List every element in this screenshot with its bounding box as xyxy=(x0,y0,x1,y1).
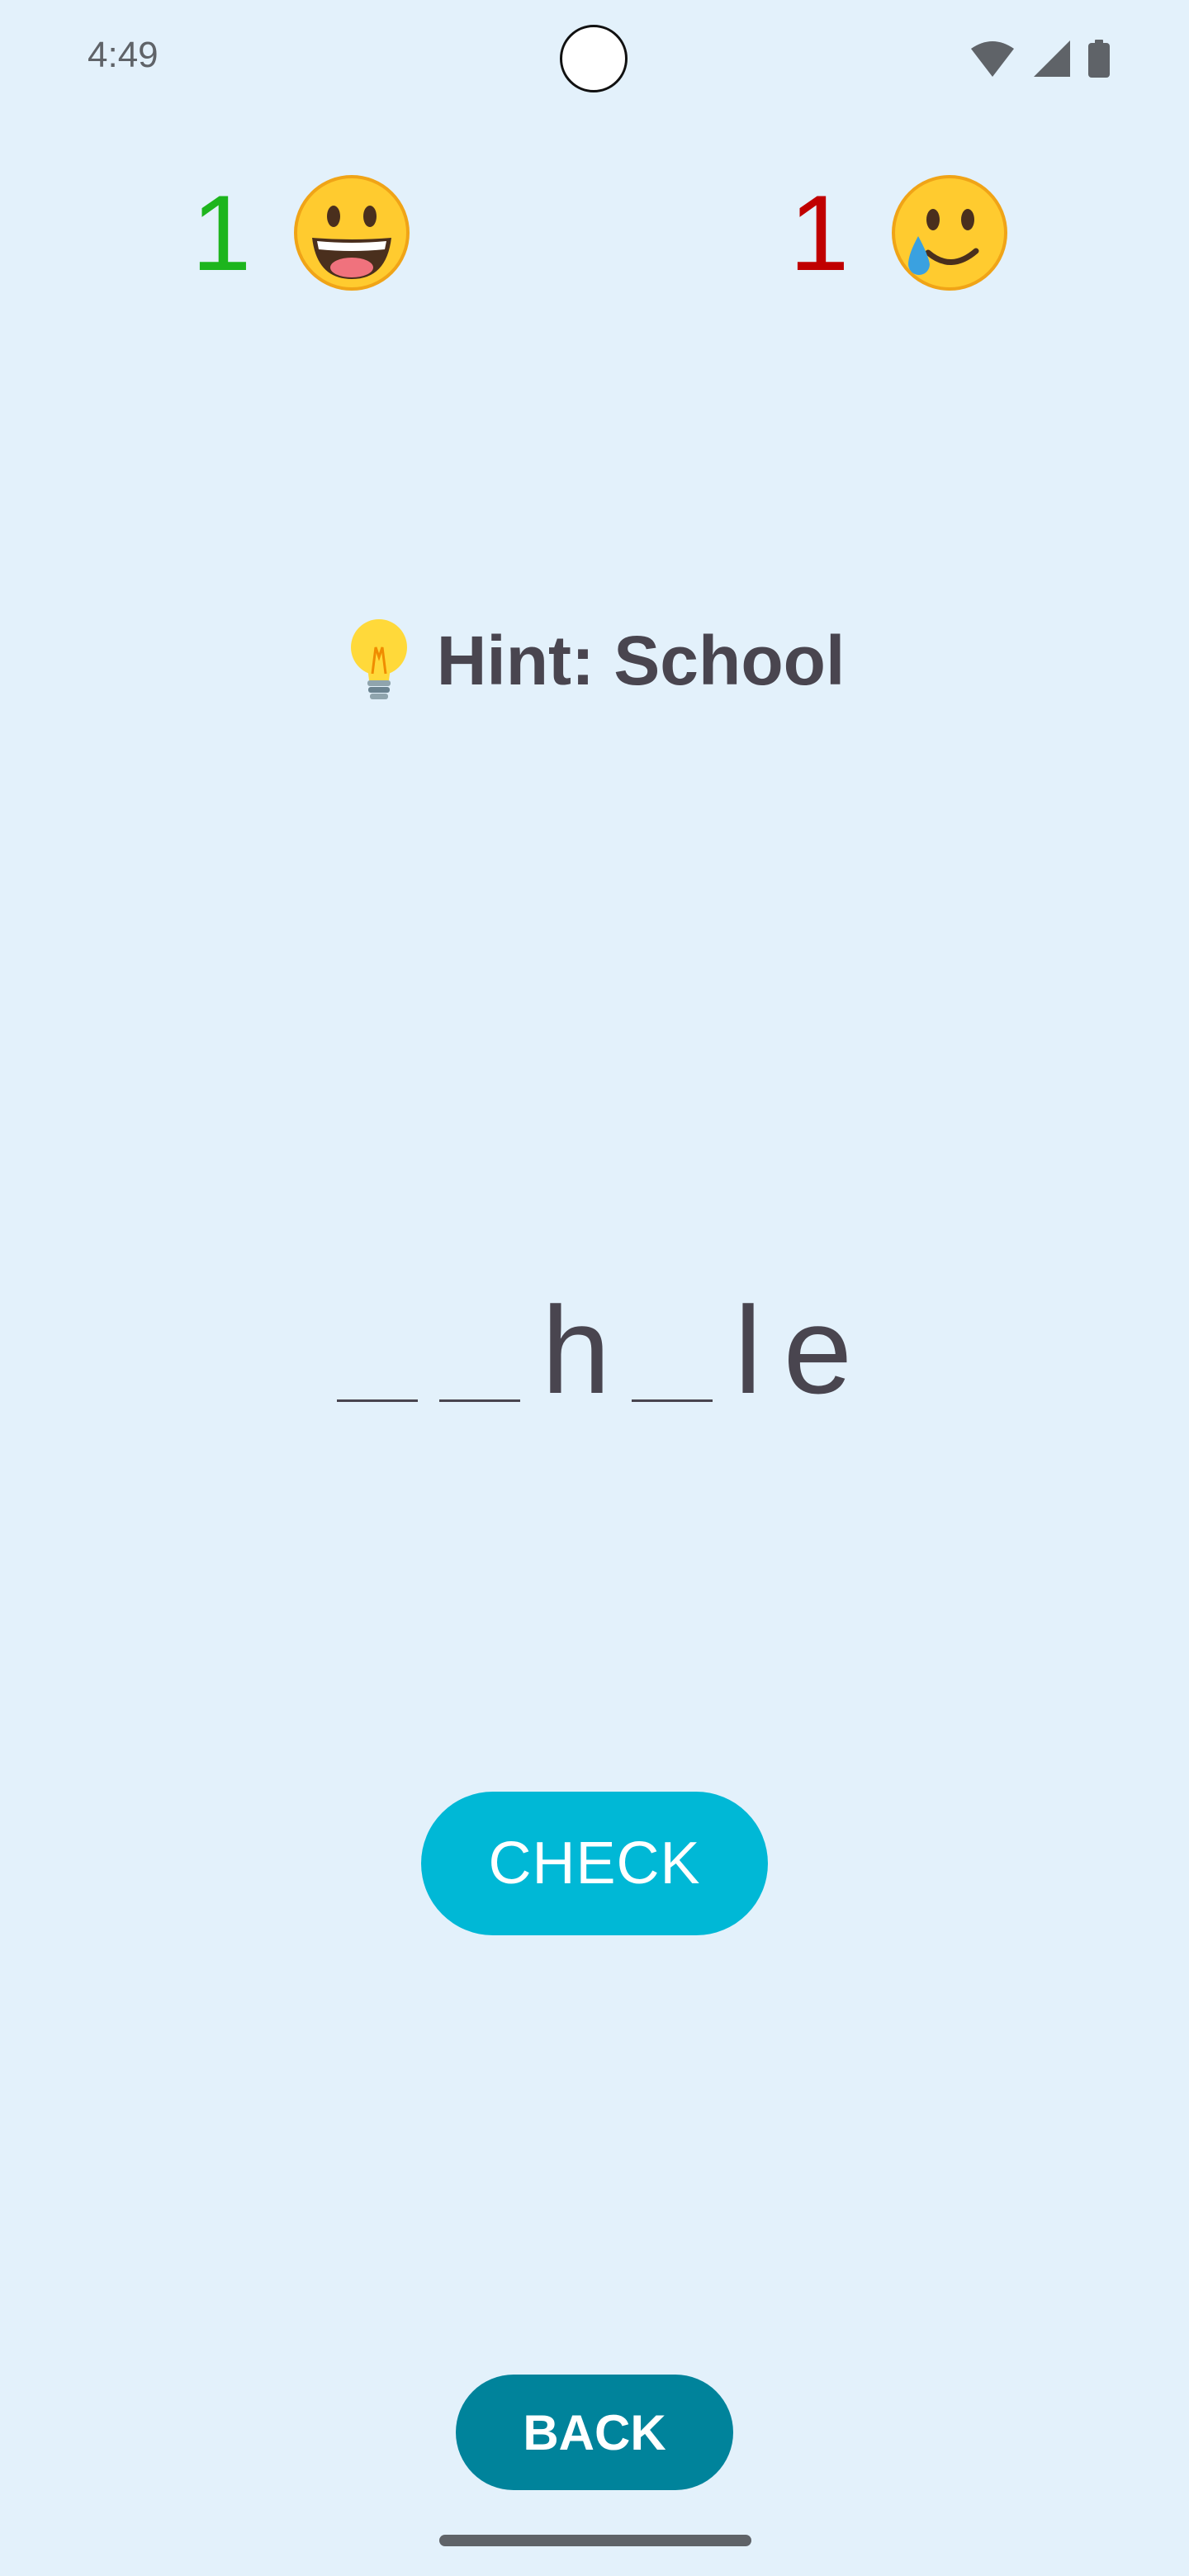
wrong-count: 1 xyxy=(789,173,850,293)
word-puzzle: h l e xyxy=(0,1288,1189,1412)
letter-slot: h xyxy=(541,1281,611,1419)
cellular-signal-icon xyxy=(1034,40,1070,77)
correct-count: 1 xyxy=(192,173,252,293)
letter-slot: l xyxy=(734,1281,762,1419)
check-button[interactable]: CHECK xyxy=(421,1792,768,1935)
status-bar: 4:49 xyxy=(0,0,1189,116)
status-time: 4:49 xyxy=(88,35,159,75)
battery-icon xyxy=(1088,40,1110,78)
grinning-face-icon xyxy=(294,175,410,291)
hint-row: Hint: School xyxy=(0,618,1189,703)
letter-slot-blank[interactable] xyxy=(632,1399,713,1402)
wifi-icon xyxy=(971,41,1014,77)
back-button[interactable]: BACK xyxy=(456,2375,733,2490)
correct-score: 1 xyxy=(192,173,411,292)
letter-slot-blank[interactable] xyxy=(336,1399,418,1402)
status-icons xyxy=(969,40,1110,78)
home-indicator[interactable] xyxy=(439,2535,751,2546)
letter-slot-blank[interactable] xyxy=(438,1399,520,1402)
light-bulb-icon xyxy=(350,619,407,699)
hint-text: Hint: School xyxy=(436,621,846,699)
front-camera-cutout xyxy=(560,25,628,92)
wrong-score: 1 xyxy=(789,173,1009,292)
smiling-face-with-tear-icon xyxy=(892,175,1008,291)
letter-slot: e xyxy=(783,1281,853,1419)
